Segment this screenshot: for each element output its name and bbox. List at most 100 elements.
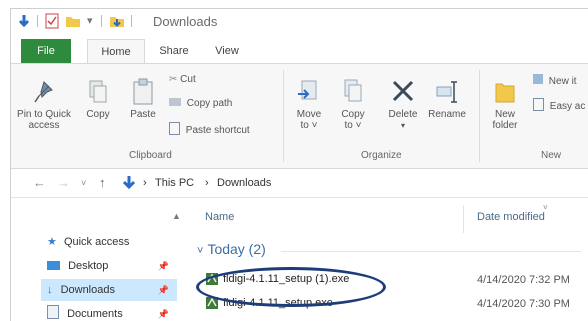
forward-arrow-icon[interactable]: → — [57, 175, 70, 190]
paste-icon — [133, 78, 153, 105]
folder-icon — [110, 17, 124, 27]
navigation-pane: ★ Quick access Desktop 📌 ↓ Downloads 📌 D… — [11, 205, 181, 321]
tab-home[interactable]: Home — [87, 39, 145, 65]
file-date: 4/14/2020 7:30 PM — [477, 298, 570, 310]
pin-icon — [34, 81, 53, 103]
address-bar: ← → ˅ ↑ › This PC › Downloads — [11, 169, 588, 197]
tab-view[interactable]: View — [205, 39, 249, 63]
nav-item-quick-access[interactable]: ★ Quick access — [47, 231, 129, 253]
column-header-date-modified[interactable]: Date modified — [477, 211, 545, 223]
clipboard-group-label: Clipboard — [129, 150, 172, 161]
qat-separator — [101, 15, 102, 27]
copy-to-icon — [344, 79, 362, 102]
recent-dropdown-icon[interactable]: ˅ — [81, 178, 86, 188]
chevron-down-icon: ▾ — [400, 121, 405, 130]
rename-label: Rename — [428, 109, 466, 120]
pin-label: Pin to Quick access — [17, 109, 71, 131]
rename-icon — [436, 81, 457, 103]
copy-path-label: Copy path — [186, 98, 233, 109]
nav-item-downloads[interactable]: ↓ Downloads 📌 — [41, 279, 177, 301]
paste-shortcut-icon — [169, 122, 180, 135]
copy-label: Copy — [86, 109, 110, 120]
paste-button[interactable]: Paste — [123, 78, 163, 120]
desktop-icon — [47, 261, 60, 270]
arrow-down-icon[interactable] — [17, 13, 31, 29]
delete-label: Delete — [388, 109, 418, 120]
tab-file[interactable]: File — [21, 39, 71, 63]
easy-access-button[interactable]: Easy ac — [533, 98, 585, 112]
new-item-label: New it — [548, 76, 577, 87]
qat-dropdown-icon[interactable]: ▾ — [87, 14, 93, 30]
ribbon-separator — [479, 70, 480, 162]
explorer-window: ▾ Downloads File Home Share View Pin to … — [10, 8, 588, 321]
documents-icon — [47, 305, 59, 319]
new-item-icon — [533, 74, 543, 84]
address-divider — [11, 197, 588, 198]
copy-path-icon — [169, 98, 181, 106]
nav-item-label: Downloads — [60, 284, 115, 296]
sort-chevron-icon: ˅ — [543, 203, 548, 212]
easy-access-icon — [533, 98, 544, 111]
new-folder-icon — [495, 83, 515, 103]
breadcrumb-separator-icon: › — [143, 177, 147, 189]
paste-shortcut-label: Paste shortcut — [185, 125, 250, 136]
ribbon-tabs: File Home Share View — [11, 39, 588, 65]
cut-button[interactable]: ✂ Cut — [169, 74, 196, 85]
nav-scrollbar[interactable]: ▲ — [171, 205, 181, 321]
tab-share[interactable]: Share — [149, 39, 199, 63]
organize-group-label: Organize — [361, 150, 402, 161]
star-icon: ★ — [47, 236, 57, 248]
rename-button[interactable]: Rename — [425, 78, 469, 120]
downloads-arrow-icon: ↓ — [47, 284, 53, 296]
file-date: 4/14/2020 7:32 PM — [477, 274, 570, 286]
copy-icon — [89, 80, 107, 103]
back-arrow-icon[interactable]: ← — [33, 175, 46, 190]
nav-item-label: Desktop — [68, 260, 109, 272]
copy-button[interactable]: Copy — [81, 78, 115, 120]
qat-separator — [37, 15, 38, 27]
pin-icon[interactable]: 📌 — [158, 279, 169, 301]
paste-shortcut-button[interactable]: Paste shortcut — [169, 122, 250, 136]
move-to-button[interactable]: Move to ˅ — [289, 78, 329, 131]
scissors-icon: ✂ — [169, 74, 178, 85]
window-title: Downloads — [153, 14, 218, 29]
copy-to-label: Copy to ˅ — [341, 109, 365, 131]
ribbon-separator — [283, 70, 284, 162]
paste-label: Paste — [130, 109, 156, 120]
file-list: Name Date modified ˅ ˅ Today (2) fldigi-4… — [187, 203, 588, 321]
properties-icon[interactable] — [45, 13, 59, 29]
annotation-circle — [196, 267, 386, 307]
title-bar: ▾ Downloads — [11, 9, 588, 33]
scroll-up-icon[interactable]: ▲ — [172, 211, 181, 221]
new-group-label: New — [541, 150, 562, 161]
move-to-label: Move to ˅ — [296, 109, 322, 131]
downloads-folder-icon — [122, 176, 136, 190]
group-label: Today (2) — [207, 241, 266, 257]
folder-icon[interactable] — [65, 13, 81, 29]
copy-path-button[interactable]: Copy path — [169, 98, 232, 109]
new-folder-button[interactable]: New folder — [485, 78, 525, 131]
breadcrumb-separator-icon: › — [205, 177, 209, 189]
title-separator — [131, 15, 132, 27]
delete-button[interactable]: Delete ▾ — [383, 78, 423, 131]
pin-icon[interactable]: 📌 — [158, 303, 169, 321]
pin-icon[interactable]: 📌 — [158, 255, 169, 277]
ribbon: Pin to Quick access Copy Paste ✂ Cut Cop… — [11, 63, 588, 169]
pin-to-quick-access-button[interactable]: Pin to Quick access — [17, 78, 71, 131]
breadcrumb-this-pc[interactable]: This PC — [155, 177, 194, 189]
new-folder-label: New folder — [492, 109, 518, 131]
cut-label: Cut — [180, 74, 196, 85]
column-divider[interactable] — [463, 205, 464, 233]
delete-x-icon — [392, 80, 414, 102]
nav-item-label: Quick access — [63, 236, 130, 248]
copy-to-button[interactable]: Copy to ˅ — [333, 78, 373, 131]
column-header-name[interactable]: Name — [205, 211, 234, 223]
nav-item-label: Documents — [67, 308, 123, 320]
group-header-today[interactable]: ˅ Today (2) — [197, 241, 266, 257]
new-item-button[interactable]: New it — [533, 74, 577, 87]
nav-item-desktop[interactable]: Desktop 📌 — [47, 255, 177, 277]
nav-item-documents[interactable]: Documents 📌 — [47, 303, 177, 321]
breadcrumb-downloads[interactable]: Downloads — [217, 177, 271, 189]
up-arrow-icon[interactable]: ↑ — [99, 175, 106, 190]
group-divider — [281, 251, 581, 252]
